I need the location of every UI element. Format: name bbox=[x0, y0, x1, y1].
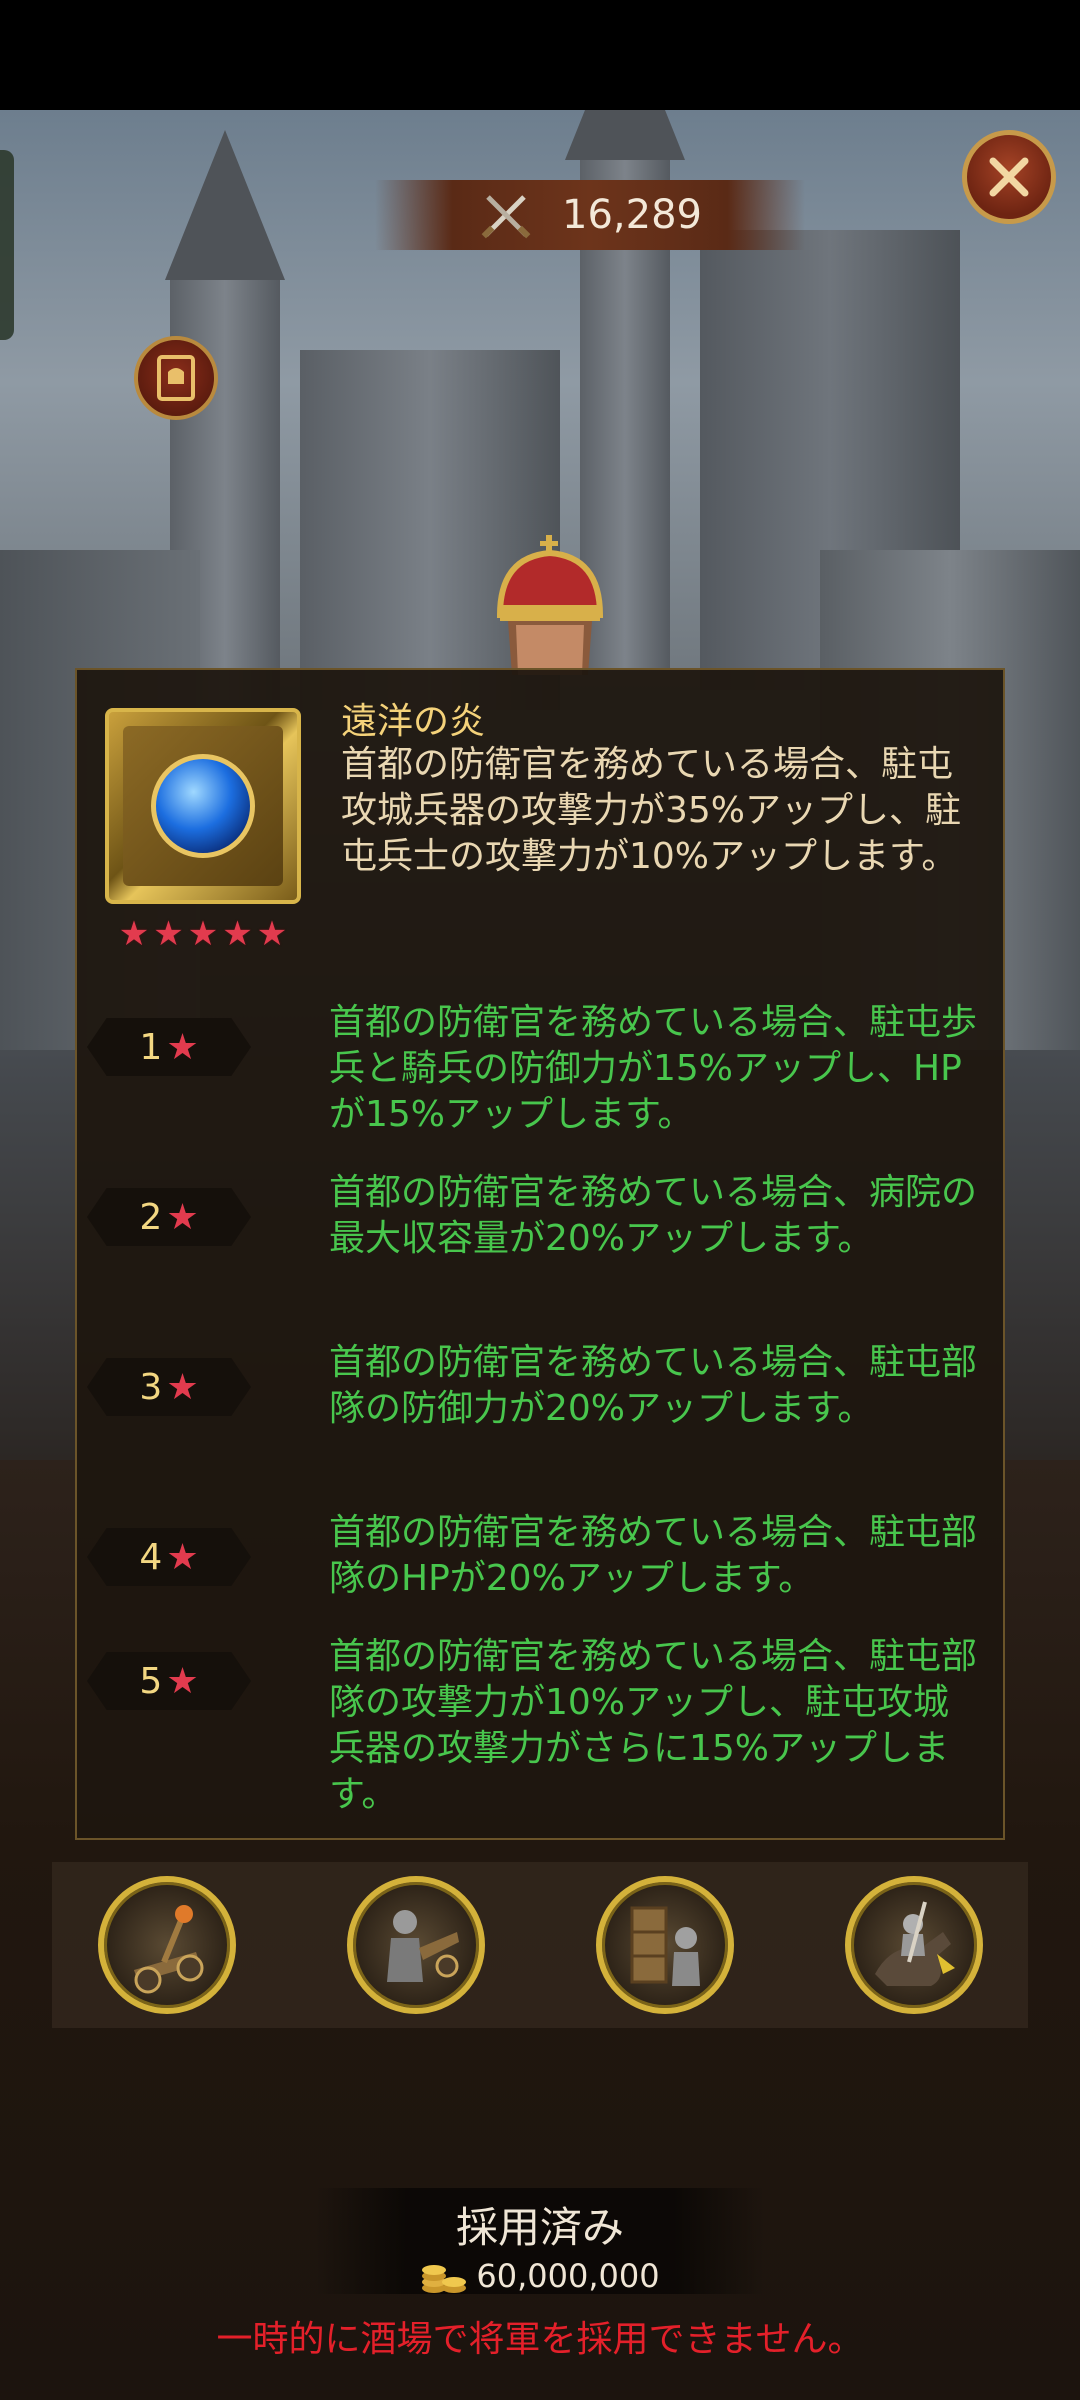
star-icon: ★ bbox=[166, 1366, 199, 1408]
power-display: 16,289 bbox=[375, 180, 805, 250]
star-icon: ★ bbox=[166, 1196, 199, 1238]
level-description: 首都の防衛官を務めている場合、駐屯部隊の攻撃力が10%アップし、駐屯攻城兵器の攻… bbox=[329, 1636, 978, 1815]
hire-cost: 60,000,000 bbox=[0, 2256, 1080, 2296]
star-icon: ★ bbox=[187, 914, 219, 954]
siege-tower-icon[interactable] bbox=[596, 1876, 734, 2014]
level-badge: 3 ★ bbox=[87, 1358, 251, 1416]
hire-warning-text: 一時的に酒場で将軍を採用できません。 bbox=[216, 2319, 864, 2360]
power-value: 16,289 bbox=[562, 192, 702, 238]
level-badge: 5 ★ bbox=[87, 1652, 251, 1710]
star-icon: ★ bbox=[118, 914, 150, 954]
star-icon: ★ bbox=[222, 914, 253, 954]
star-icon: ★ bbox=[166, 1536, 199, 1578]
star-icon: ★ bbox=[256, 914, 288, 954]
cost-value: 60,000,000 bbox=[476, 2257, 660, 2295]
skill-name: 遠洋の炎 bbox=[341, 701, 486, 742]
close-button[interactable] bbox=[962, 130, 1056, 224]
side-drawer-handle[interactable] bbox=[0, 150, 14, 340]
close-icon bbox=[989, 157, 1029, 197]
level-description: 首都の防衛官を務めている場合、病院の最大収容量が20%アップします。 bbox=[329, 1172, 978, 1259]
general-portrait bbox=[496, 535, 604, 675]
level-description: 首都の防衛官を務めている場合、駐屯部隊のHPが20%アップします。 bbox=[329, 1512, 978, 1599]
level-badge: 4 ★ bbox=[87, 1528, 251, 1586]
siege-crew-icon[interactable] bbox=[347, 1876, 485, 2014]
level-badge: 1 ★ bbox=[87, 1018, 251, 1076]
skill-icon-frame bbox=[105, 708, 301, 904]
star-icon: ★ bbox=[166, 1660, 199, 1702]
level-badge: 2 ★ bbox=[87, 1188, 251, 1246]
skill-detail-popup: ★ ★ ★ ★ ★ 遠洋の炎 首都の防衛官を務めている場合、駐屯攻城兵器の攻撃力… bbox=[75, 668, 1005, 1840]
level-description: 首都の防衛官を務めている場合、駐屯部隊の防御力が20%アップします。 bbox=[329, 1342, 978, 1429]
skill-star-rating: ★ ★ ★ ★ ★ bbox=[105, 916, 301, 952]
cavalry-knight-icon[interactable] bbox=[845, 1876, 983, 2014]
skill-book-icon bbox=[123, 726, 283, 886]
hire-status-label: 採用済み bbox=[455, 2203, 624, 2252]
crossed-swords-icon bbox=[481, 195, 531, 239]
general-book-button[interactable] bbox=[134, 336, 218, 420]
siege-catapult-icon[interactable] bbox=[98, 1876, 236, 2014]
troop-type-strip bbox=[52, 1862, 1028, 2028]
skill-description: 首都の防衛官を務めている場合、駐屯攻城兵器の攻撃力が35%アップし、駐屯兵士の攻… bbox=[341, 744, 962, 877]
star-icon: ★ bbox=[153, 914, 184, 954]
book-helmet-icon bbox=[157, 355, 195, 401]
star-icon: ★ bbox=[166, 1026, 199, 1068]
level-description: 首都の防衛官を務めている場合、駐屯歩兵と騎兵の防御力が15%アップし、HPが15… bbox=[329, 1002, 978, 1135]
magic-orb-icon bbox=[151, 754, 255, 858]
status-bar bbox=[0, 0, 1080, 110]
gold-coins-icon bbox=[422, 2265, 467, 2293]
